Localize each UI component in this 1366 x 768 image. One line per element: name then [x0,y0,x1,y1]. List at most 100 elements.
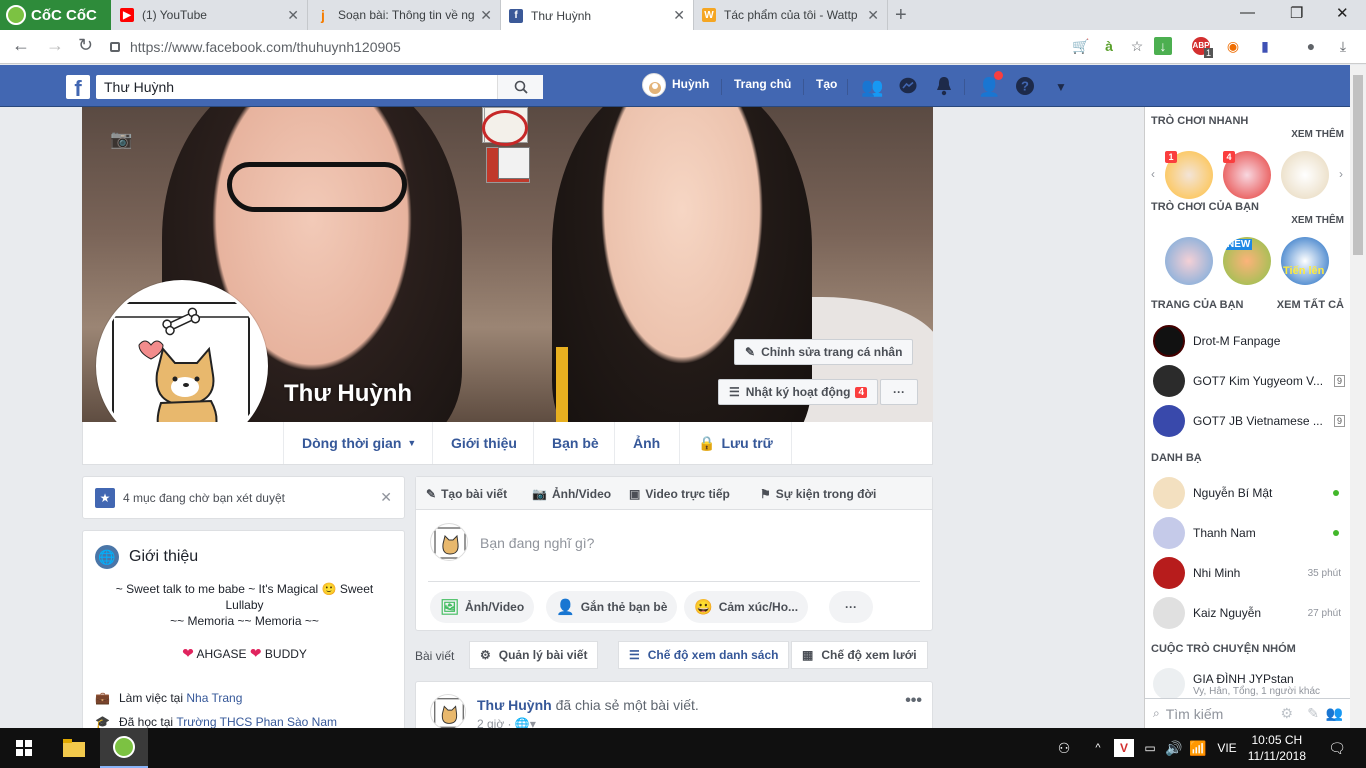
close-icon[interactable]: ✕ [867,7,879,24]
volume-icon[interactable]: 🔊 [1164,728,1184,768]
work-place-link[interactable]: Nha Trang [186,691,242,705]
bookmark-ext-icon[interactable]: ▮ [1256,37,1274,55]
composer-more-button[interactable]: ··· [829,591,873,623]
reload-icon[interactable]: ↻ [78,35,93,56]
create-group-icon[interactable]: 👥 [1326,705,1343,722]
tag-friends-button[interactable]: 👤 Gắn thẻ bạn bè [546,591,678,623]
cart-icon[interactable]: 🛒 [1072,37,1090,55]
chevron-left-icon[interactable]: ‹ [1151,167,1155,181]
facebook-logo-icon[interactable]: f [66,75,90,99]
download-green-icon[interactable]: ↓ [1154,37,1172,55]
game-thumbnail[interactable]: Tiến lên [1281,237,1329,285]
back-arrow-icon[interactable]: ← [12,35,30,56]
grid-view-button[interactable]: ▦ Chế độ xem lưới [791,641,928,669]
unikey-icon[interactable]: V [1114,739,1134,757]
page-item[interactable]: GOT7 Kim Yugyeom V... 9 [1153,365,1345,397]
list-view-button[interactable]: ☰ Chế độ xem danh sách [618,641,790,669]
notifications-bell-icon[interactable] [933,76,955,98]
page-item[interactable]: GOT7 JB Vietnamese ... 9 [1153,405,1345,437]
game-thumbnail[interactable] [1165,237,1213,285]
page-scrollbar[interactable] [1350,65,1366,728]
game-thumbnail[interactable] [1281,151,1329,199]
page-item[interactable]: Drot-M Fanpage [1153,325,1345,357]
wifi-icon[interactable]: 📶 [1188,728,1208,768]
contact-item[interactable]: Nguyễn Bí Mật [1153,477,1345,509]
composer-input[interactable]: Bạn đang nghĩ gì? [480,535,594,551]
post-options-icon[interactable]: ••• [905,692,922,710]
coccoc-taskbar-icon[interactable] [100,728,148,768]
scrollbar-thumb[interactable] [1353,75,1363,255]
nav-home-link[interactable]: Trang chủ [734,77,791,91]
download-icon[interactable]: ⤓ [1334,37,1352,55]
feeling-activity-button[interactable]: 😀 Cảm xúc/Ho... [684,591,809,623]
nav-profile-link[interactable]: Huỳnh [672,77,709,91]
dismiss-close-icon[interactable]: ✕ [380,489,392,506]
tab-friends[interactable]: Bạn bè [533,422,617,464]
people-icon[interactable]: ⚇ [1052,728,1076,768]
profile-icon[interactable]: ● [1302,37,1320,55]
action-center-icon[interactable]: 🗨 [1322,728,1352,768]
tab-about[interactable]: Giới thiệu [432,422,535,464]
tab-photos[interactable]: Ảnh [614,422,678,464]
messenger-icon[interactable] [897,76,919,98]
composer-tab-photo-video[interactable]: 📷 Ảnh/Video [532,477,611,510]
url-input[interactable]: https://www.facebook.com/thuhuynh120905 [110,35,1060,59]
manage-posts-button[interactable]: ⚙ Quản lý bài viết [469,641,599,669]
contact-item[interactable]: Thanh Nam [1153,517,1345,549]
see-all-pages-link[interactable]: XEM TẤT CẢ [1277,299,1344,311]
extension-circle-icon[interactable]: ◉ [1224,37,1242,55]
tab-timeline[interactable]: Dòng thời gian ▼ [283,422,434,464]
composer-tab-life-event[interactable]: ⚑ Sự kiện trong đời [760,477,876,510]
input-language-indicator[interactable]: VIE [1212,728,1242,768]
new-tab-icon[interactable]: + [895,4,907,27]
tab-facebook[interactable]: f Thư Huỳnh ✕ [501,0,694,31]
your-games-see-more-link[interactable]: XEM THÊM [1291,215,1344,226]
post-author-avatar[interactable] [430,694,466,730]
system-clock[interactable]: 10:05 CH 11/11/2018 [1248,732,1306,764]
restore-icon[interactable]: ❐ [1290,4,1303,22]
tab-archive[interactable]: 🔒 Lưu trữ [679,422,792,464]
group-chat-item[interactable]: GIA ĐÌNH JYPstan Vy, Hân, Tổng, 1 người … [1153,667,1345,701]
chevron-right-icon[interactable]: › [1339,167,1343,181]
windows-start-icon[interactable] [0,728,48,768]
user-avatar[interactable] [642,73,666,97]
school-link[interactable]: Trường THCS Phan Sào Nam [176,715,337,729]
chat-search-input[interactable]: ⌕ Tìm kiếm ⚙ ✎ 👥 [1145,698,1351,728]
post-author-link[interactable]: Thư Huỳnh [477,697,552,713]
search-button[interactable] [497,75,543,99]
minimize-icon[interactable]: — [1240,4,1255,21]
cover-camera-icon[interactable]: 📷 [110,129,132,150]
quick-games-see-more-link[interactable]: XEM THÊM [1291,129,1344,140]
game-thumbnail[interactable]: NEW [1223,237,1271,285]
file-explorer-icon[interactable] [50,728,98,768]
close-icon[interactable]: ✕ [480,7,492,24]
tab-youtube[interactable]: ▶ (1) YouTube ✕ [112,0,308,30]
coccoc-brand-button[interactable]: CốC CốC [0,0,111,30]
pending-review-card[interactable]: ★ 4 mục đang chờ bạn xét duyệt ✕ [82,476,405,519]
facebook-search-input[interactable]: Thư Huỳnh [96,75,543,99]
profile-name[interactable]: Thư Huỳnh [284,380,412,408]
gear-icon[interactable]: ⚙ [1280,705,1293,722]
tab-soanbai[interactable]: j Soạn bài: Thông tin về ng ✕ [308,0,501,30]
composer-tab-create-post[interactable]: ✎ Tạo bài viết [426,477,507,510]
new-message-icon[interactable]: ✎ [1307,705,1319,722]
profile-more-button[interactable]: ··· [880,379,918,405]
activity-log-button[interactable]: ☰ Nhật ký hoạt động 4 [718,379,878,405]
close-icon[interactable]: ✕ [287,7,299,24]
contact-item[interactable]: Nhi Minh 35 phút [1153,557,1345,589]
edit-profile-button[interactable]: ✎ Chỉnh sửa trang cá nhân [734,339,914,365]
nav-create-link[interactable]: Tạo [816,77,837,91]
battery-icon[interactable]: ▭ [1140,728,1160,768]
tray-chevron-up-icon[interactable]: ^ [1088,728,1108,768]
window-close-icon[interactable]: ✕ [1336,4,1349,22]
contact-item[interactable]: Kaiz Nguyễn 27 phút [1153,597,1345,629]
help-icon[interactable]: ? [1014,76,1036,98]
bookmark-star-icon[interactable]: ☆ [1128,37,1146,55]
tab-wattpad[interactable]: W Tác phẩm của tôi - Wattp ✕ [694,0,888,30]
account-menu-chevron-icon[interactable]: ▼ [1050,76,1072,98]
composer-tab-live-video[interactable]: ▣ Video trực tiếp [629,477,730,510]
friend-requests-icon[interactable]: 👥 [861,76,883,98]
photo-video-action-button[interactable]: 🖼 Ảnh/Video [430,591,535,623]
close-icon[interactable]: ✕ [673,7,685,24]
vietnamese-input-icon[interactable]: à [1100,37,1118,55]
